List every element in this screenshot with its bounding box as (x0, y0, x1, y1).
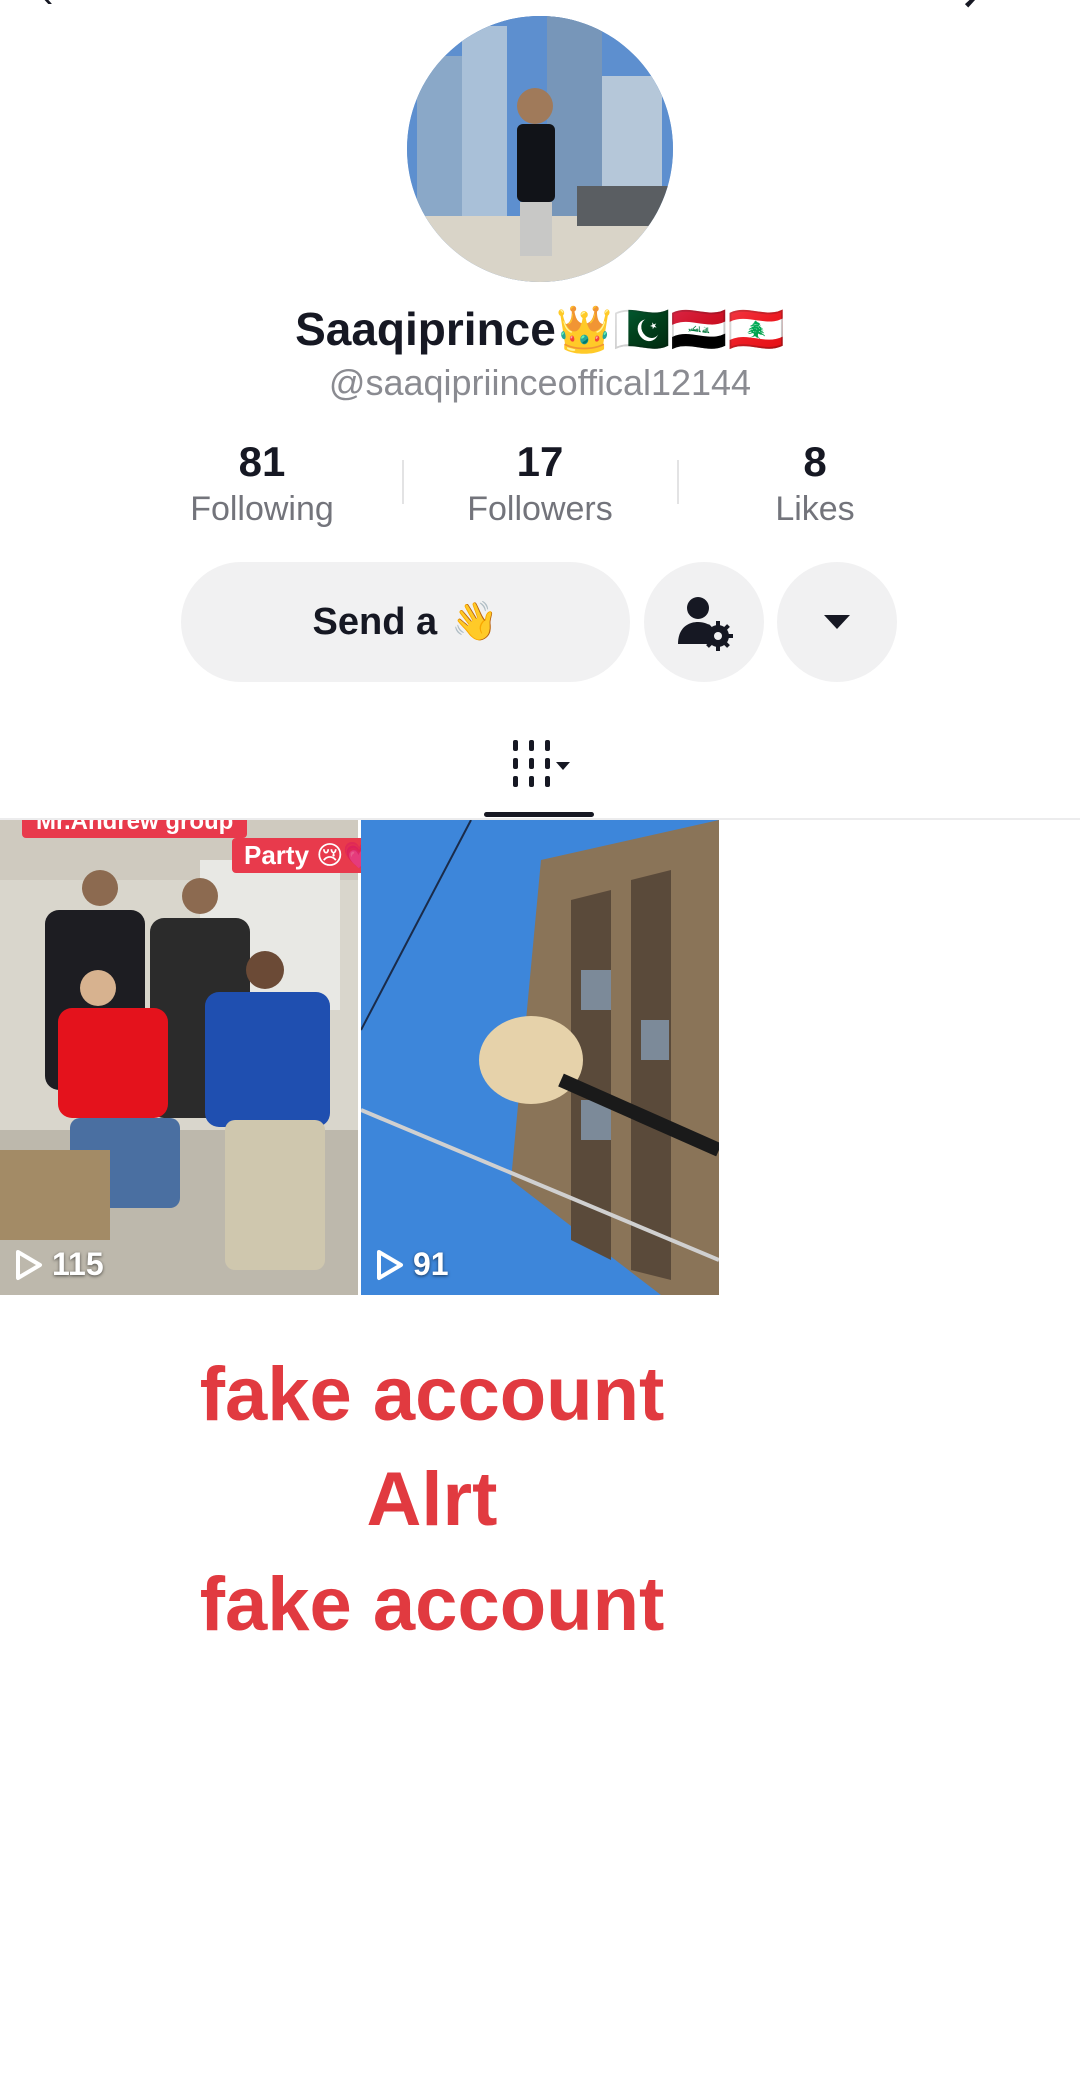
stat-likes[interactable]: 8 Likes (705, 438, 925, 532)
stat-likes-label: Likes (775, 490, 855, 528)
stat-followers-label: Followers (467, 490, 613, 528)
stat-followers[interactable]: 17 Followers (430, 438, 650, 532)
profile-settings-button[interactable] (644, 562, 764, 682)
video-thumbnail[interactable]: 91 (361, 820, 719, 1295)
video-thumbnail[interactable]: Mr.Andrew group 115 (0, 820, 358, 1295)
stat-divider (677, 460, 679, 504)
display-name: Saaqiprince👑🇵🇰🇮🇶🇱🇧 (295, 303, 785, 355)
alert-text-line-1: fake account (199, 1352, 665, 1437)
username: @saaqipriinceoffical12144 (328, 362, 752, 403)
alert-text-line-2: Alrt (366, 1457, 498, 1542)
view-count-value: 91 (413, 1246, 449, 1282)
view-count-value: 115 (52, 1246, 104, 1282)
grid-icon (513, 740, 570, 787)
stat-likes-number: 8 (803, 438, 827, 485)
video-thumbnail-image (0, 820, 358, 1295)
send-wave-button[interactable]: Send a 👋 (181, 562, 630, 682)
caret-down-icon (824, 615, 850, 629)
notification-icon[interactable]: • (870, 0, 884, 17)
video-caption: Mr.Andrew group (22, 820, 248, 838)
play-icon (16, 1249, 42, 1280)
play-icon (377, 1249, 403, 1280)
stat-following-number: 81 (238, 438, 286, 485)
view-count: 91 (375, 1246, 449, 1283)
more-options-button[interactable] (777, 562, 897, 682)
video-thumbnail-image (361, 820, 719, 1295)
share-icon[interactable]: ➚ (960, 0, 994, 18)
alert-text-line-3: fake account (199, 1562, 665, 1647)
stat-divider (402, 460, 404, 504)
content-tab-bar (0, 720, 1080, 820)
back-arrow-icon[interactable]: ‹ (40, 0, 53, 17)
avatar-image (407, 16, 673, 282)
view-count: 115 (14, 1246, 104, 1283)
wave-emoji: 👋 (451, 601, 499, 643)
tab-videos[interactable] (484, 720, 594, 818)
stat-following-label: Following (190, 490, 334, 528)
person-gear-icon (678, 597, 733, 651)
stat-followers-number: 17 (516, 438, 564, 485)
avatar[interactable] (407, 16, 673, 282)
stat-following[interactable]: 81 Following (152, 438, 372, 532)
active-tab-indicator (484, 812, 594, 817)
send-button-label: Send a (312, 600, 438, 643)
